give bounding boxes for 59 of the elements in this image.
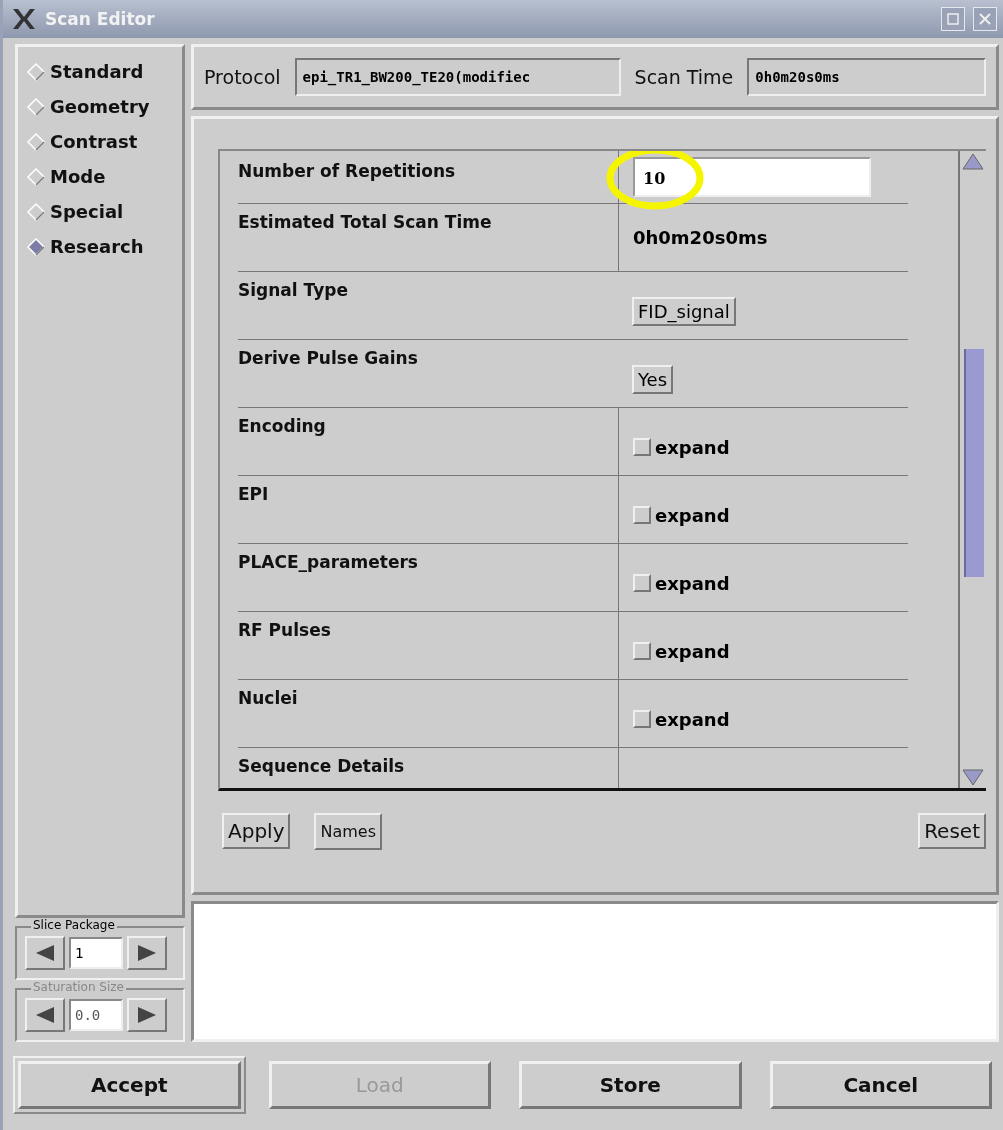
sidebar-item[interactable]: Geometry: [26, 96, 178, 117]
parameter-label: Number of Repetitions: [238, 159, 457, 183]
expand-checkbox[interactable]: expand: [633, 572, 730, 594]
protocol-field[interactable]: epi_TR1_BW200_TE20(modifiec: [294, 57, 621, 96]
spin-field[interactable]: 1: [69, 937, 123, 969]
radio-diamond-icon: [26, 96, 46, 117]
decrement-button[interactable]: [25, 936, 65, 970]
parameter-label: EPI: [238, 482, 270, 506]
apply-button[interactable]: Apply: [222, 813, 291, 850]
scroll-down-icon[interactable]: [961, 767, 985, 788]
group-label: Slice Package: [31, 918, 117, 932]
parameter-label: Encoding: [238, 414, 327, 438]
scan-time-field[interactable]: 0h0m20s0ms: [747, 57, 986, 96]
scan-time-label: Scan Time: [634, 65, 734, 88]
sidebar-item[interactable]: Mode: [26, 166, 178, 187]
footer-button[interactable]: Cancel: [769, 1061, 992, 1109]
parameter-label: Signal Type: [238, 278, 349, 302]
option-button[interactable]: Yes: [632, 364, 674, 394]
expand-checkbox[interactable]: expand: [633, 504, 730, 526]
scroll-thumb[interactable]: [964, 348, 984, 577]
radio-diamond-icon: [26, 236, 46, 257]
option-button[interactable]: FID_signal: [632, 296, 736, 326]
sidebar-item[interactable]: Research: [26, 236, 178, 257]
radio-diamond-icon: [26, 61, 46, 82]
expand-checkbox[interactable]: expand: [633, 708, 730, 730]
parameter-label: Sequence Details: [238, 754, 406, 778]
sidebar-item[interactable]: Standard: [26, 61, 178, 82]
radio-diamond-icon: [26, 201, 46, 222]
expand-checkbox[interactable]: expand: [633, 436, 730, 458]
names-button[interactable]: Names: [314, 812, 382, 850]
x-logo-icon: [11, 8, 37, 30]
sidebar-item[interactable]: Contrast: [26, 131, 178, 152]
parameter-label: Estimated Total Scan Time: [238, 210, 493, 234]
increment-button[interactable]: [127, 936, 167, 970]
repetitions-input[interactable]: 10: [633, 156, 871, 197]
group-label: Saturation Size: [31, 980, 126, 994]
maximize-icon: [947, 13, 959, 25]
scrollbar[interactable]: [958, 150, 986, 788]
parameter-value: 0h0m20s0ms: [633, 226, 768, 248]
radio-diamond-icon: [26, 166, 46, 187]
expand-checkbox[interactable]: expand: [633, 640, 730, 662]
footer-button[interactable]: Accept: [18, 1061, 241, 1109]
parameter-label: RF Pulses: [238, 618, 332, 642]
right-triangle-icon: [136, 1006, 158, 1024]
left-triangle-icon: [34, 944, 56, 962]
reset-button[interactable]: Reset: [918, 813, 986, 850]
maximize-button[interactable]: [941, 7, 965, 31]
footer-button[interactable]: Store: [519, 1061, 742, 1109]
close-button[interactable]: [973, 7, 997, 31]
protocol-label: Protocol: [204, 65, 281, 88]
window-title: Scan Editor: [45, 9, 155, 29]
parameter-label: PLACE_parameters: [238, 550, 419, 574]
parameter-label: Derive Pulse Gains: [238, 346, 419, 370]
radio-diamond-icon: [26, 131, 46, 152]
right-triangle-icon: [136, 944, 158, 962]
parameter-label: Nuclei: [238, 686, 299, 710]
close-icon: [979, 13, 991, 25]
left-triangle-icon: [34, 1006, 56, 1024]
sidebar-item[interactable]: Special: [26, 201, 178, 222]
